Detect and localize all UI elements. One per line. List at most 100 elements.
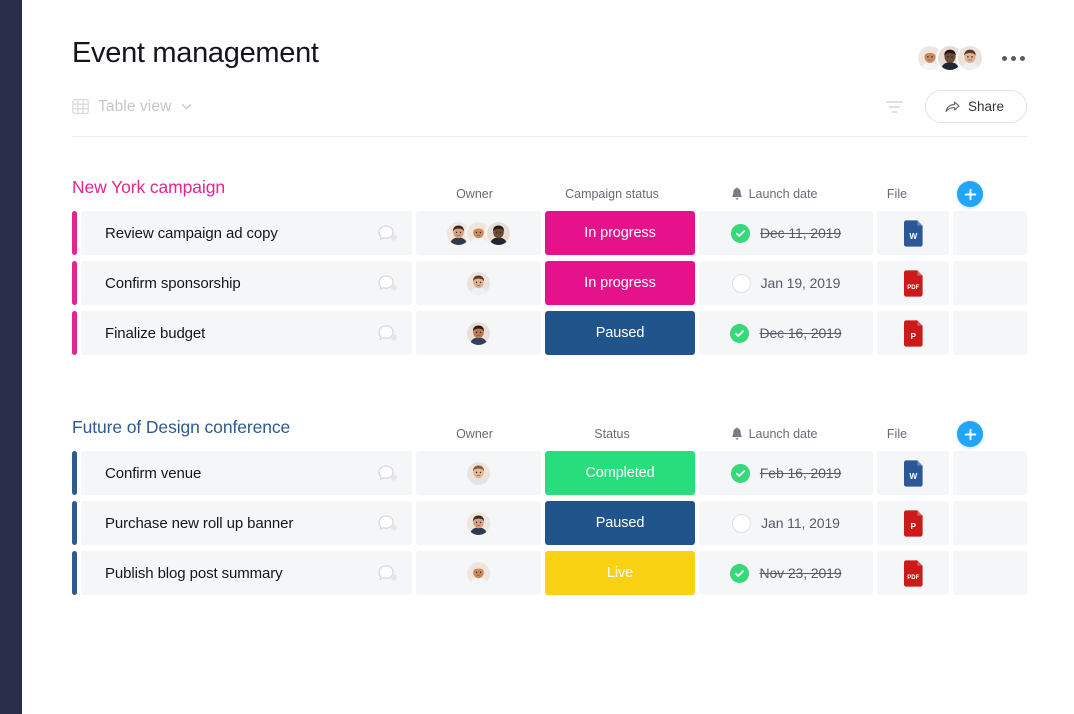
cell-empty-tail[interactable] bbox=[953, 451, 1027, 495]
dot-2 bbox=[1011, 55, 1016, 61]
column-header-owner[interactable]: Owner bbox=[412, 187, 537, 201]
cell-task-name[interactable]: Confirm venue bbox=[81, 451, 412, 495]
cell-file[interactable]: W bbox=[877, 211, 949, 255]
owner-avatar[interactable] bbox=[465, 559, 492, 587]
cell-launch-date[interactable]: Dec 11, 2019 bbox=[699, 211, 873, 255]
page-title: Event management bbox=[72, 37, 319, 69]
cell-empty-tail[interactable] bbox=[953, 211, 1027, 255]
group-header: Future of Design conference Owner Status… bbox=[72, 417, 1027, 447]
cell-status[interactable]: In progress bbox=[545, 211, 695, 255]
launch-date-label: Feb 16, 2019 bbox=[759, 465, 842, 481]
table-row[interactable]: Publish blog post summary Live Nov 23, 2… bbox=[72, 551, 1027, 595]
table-row[interactable]: Review campaign ad copy In progress Dec … bbox=[72, 211, 1027, 255]
left-navigation-rail[interactable] bbox=[0, 0, 22, 714]
cell-file[interactable]: P bbox=[877, 311, 949, 355]
cell-status[interactable]: Paused bbox=[545, 311, 695, 355]
cell-empty-tail[interactable] bbox=[953, 501, 1027, 545]
groups-host: New York campaign Owner Campaign status … bbox=[22, 177, 1074, 595]
owner-avatar[interactable] bbox=[485, 219, 512, 247]
cell-task-name[interactable]: Publish blog post summary bbox=[81, 551, 412, 595]
comment-bubble-icon[interactable] bbox=[377, 564, 398, 583]
column-header-launch-date[interactable]: Launch date bbox=[687, 427, 861, 441]
view-switcher[interactable]: Table view bbox=[72, 98, 193, 116]
date-status-checked-icon[interactable] bbox=[730, 223, 750, 243]
svg-text:P: P bbox=[911, 521, 917, 531]
file-powerpoint-icon[interactable]: P bbox=[902, 319, 924, 347]
board-header: Event management bbox=[22, 0, 1074, 72]
dot-1 bbox=[1002, 55, 1007, 61]
cell-owner[interactable] bbox=[416, 501, 541, 545]
cell-status[interactable]: Completed bbox=[545, 451, 695, 495]
status-badge: Live bbox=[606, 565, 634, 581]
add-item-button[interactable] bbox=[957, 421, 983, 447]
date-status-unchecked-icon[interactable] bbox=[731, 273, 751, 293]
comment-bubble-icon[interactable] bbox=[377, 464, 398, 483]
cell-file[interactable]: P bbox=[877, 501, 949, 545]
cell-launch-date[interactable]: Jan 11, 2019 bbox=[699, 501, 873, 545]
owner-avatar[interactable] bbox=[465, 319, 492, 347]
date-status-checked-icon[interactable] bbox=[730, 323, 750, 343]
cell-empty-tail[interactable] bbox=[953, 311, 1027, 355]
comment-bubble-icon[interactable] bbox=[377, 324, 398, 343]
task-name-label: Review campaign ad copy bbox=[105, 224, 278, 242]
svg-text:PDF: PDF bbox=[907, 575, 919, 581]
cell-owner[interactable] bbox=[416, 551, 541, 595]
table-row[interactable]: Confirm sponsorship In progress Jan 19, … bbox=[72, 261, 1027, 305]
owner-avatar[interactable] bbox=[465, 459, 492, 487]
cell-status[interactable]: Live bbox=[545, 551, 695, 595]
table-row[interactable]: Confirm venue Completed Feb 16, 2019 W bbox=[72, 451, 1027, 495]
file-word-icon[interactable]: W bbox=[902, 459, 924, 487]
column-header-launch-date[interactable]: Launch date bbox=[687, 187, 861, 201]
table-row[interactable]: Finalize budget Paused Dec 16, 2019 P bbox=[72, 311, 1027, 355]
date-status-unchecked-icon[interactable] bbox=[732, 513, 752, 533]
more-options-button[interactable] bbox=[1000, 50, 1027, 67]
avatar[interactable] bbox=[956, 44, 984, 72]
comment-bubble-icon[interactable] bbox=[377, 224, 398, 243]
cell-empty-tail[interactable] bbox=[953, 261, 1027, 305]
toolbar-right: Share bbox=[886, 90, 1027, 123]
filter-icon[interactable] bbox=[886, 100, 903, 114]
cell-task-name[interactable]: Purchase new roll up banner bbox=[81, 501, 412, 545]
cell-task-name[interactable]: Finalize budget bbox=[81, 311, 412, 355]
table-row[interactable]: Purchase new roll up banner Paused Jan 1… bbox=[72, 501, 1027, 545]
cell-owner[interactable] bbox=[416, 451, 541, 495]
row-group-accent bbox=[72, 451, 77, 495]
cell-launch-date[interactable]: Feb 16, 2019 bbox=[699, 451, 873, 495]
column-header-owner[interactable]: Owner bbox=[412, 427, 537, 441]
board-members-avatars[interactable] bbox=[916, 44, 984, 72]
cell-file[interactable]: PDF bbox=[877, 261, 949, 305]
row-group-accent bbox=[72, 311, 77, 355]
cell-launch-date[interactable]: Jan 19, 2019 bbox=[699, 261, 873, 305]
owner-avatar[interactable] bbox=[465, 509, 492, 537]
share-button[interactable]: Share bbox=[924, 90, 1027, 123]
cell-file[interactable]: W bbox=[877, 451, 949, 495]
add-item-button[interactable] bbox=[957, 181, 983, 207]
file-word-icon[interactable]: W bbox=[902, 219, 924, 247]
cell-empty-tail[interactable] bbox=[953, 551, 1027, 595]
cell-launch-date[interactable]: Nov 23, 2019 bbox=[699, 551, 873, 595]
date-status-checked-icon[interactable] bbox=[730, 563, 750, 583]
cell-task-name[interactable]: Review campaign ad copy bbox=[81, 211, 412, 255]
date-status-checked-icon[interactable] bbox=[730, 463, 750, 483]
cell-launch-date[interactable]: Dec 16, 2019 bbox=[699, 311, 873, 355]
cell-owner[interactable] bbox=[416, 261, 541, 305]
board-container: Event management Table view Share New Yo… bbox=[22, 0, 1074, 714]
comment-bubble-icon[interactable] bbox=[377, 514, 398, 533]
group-rows: Confirm venue Completed Feb 16, 2019 W P… bbox=[72, 451, 1027, 595]
file-pdf-icon[interactable]: PDF bbox=[902, 559, 924, 587]
column-header-file[interactable]: File bbox=[861, 187, 933, 201]
cell-status[interactable]: In progress bbox=[545, 261, 695, 305]
cell-status[interactable]: Paused bbox=[545, 501, 695, 545]
chevron-down-icon[interactable] bbox=[180, 100, 193, 113]
cell-task-name[interactable]: Confirm sponsorship bbox=[81, 261, 412, 305]
cell-file[interactable]: PDF bbox=[877, 551, 949, 595]
owner-avatar[interactable] bbox=[465, 269, 492, 297]
file-pdf-icon[interactable]: PDF bbox=[902, 269, 924, 297]
comment-bubble-icon[interactable] bbox=[377, 274, 398, 293]
cell-owner[interactable] bbox=[416, 311, 541, 355]
column-header-status[interactable]: Status bbox=[537, 427, 687, 441]
column-header-file[interactable]: File bbox=[861, 427, 933, 441]
cell-owner[interactable] bbox=[416, 211, 541, 255]
column-header-status[interactable]: Campaign status bbox=[537, 187, 687, 201]
file-powerpoint-icon[interactable]: P bbox=[902, 509, 924, 537]
